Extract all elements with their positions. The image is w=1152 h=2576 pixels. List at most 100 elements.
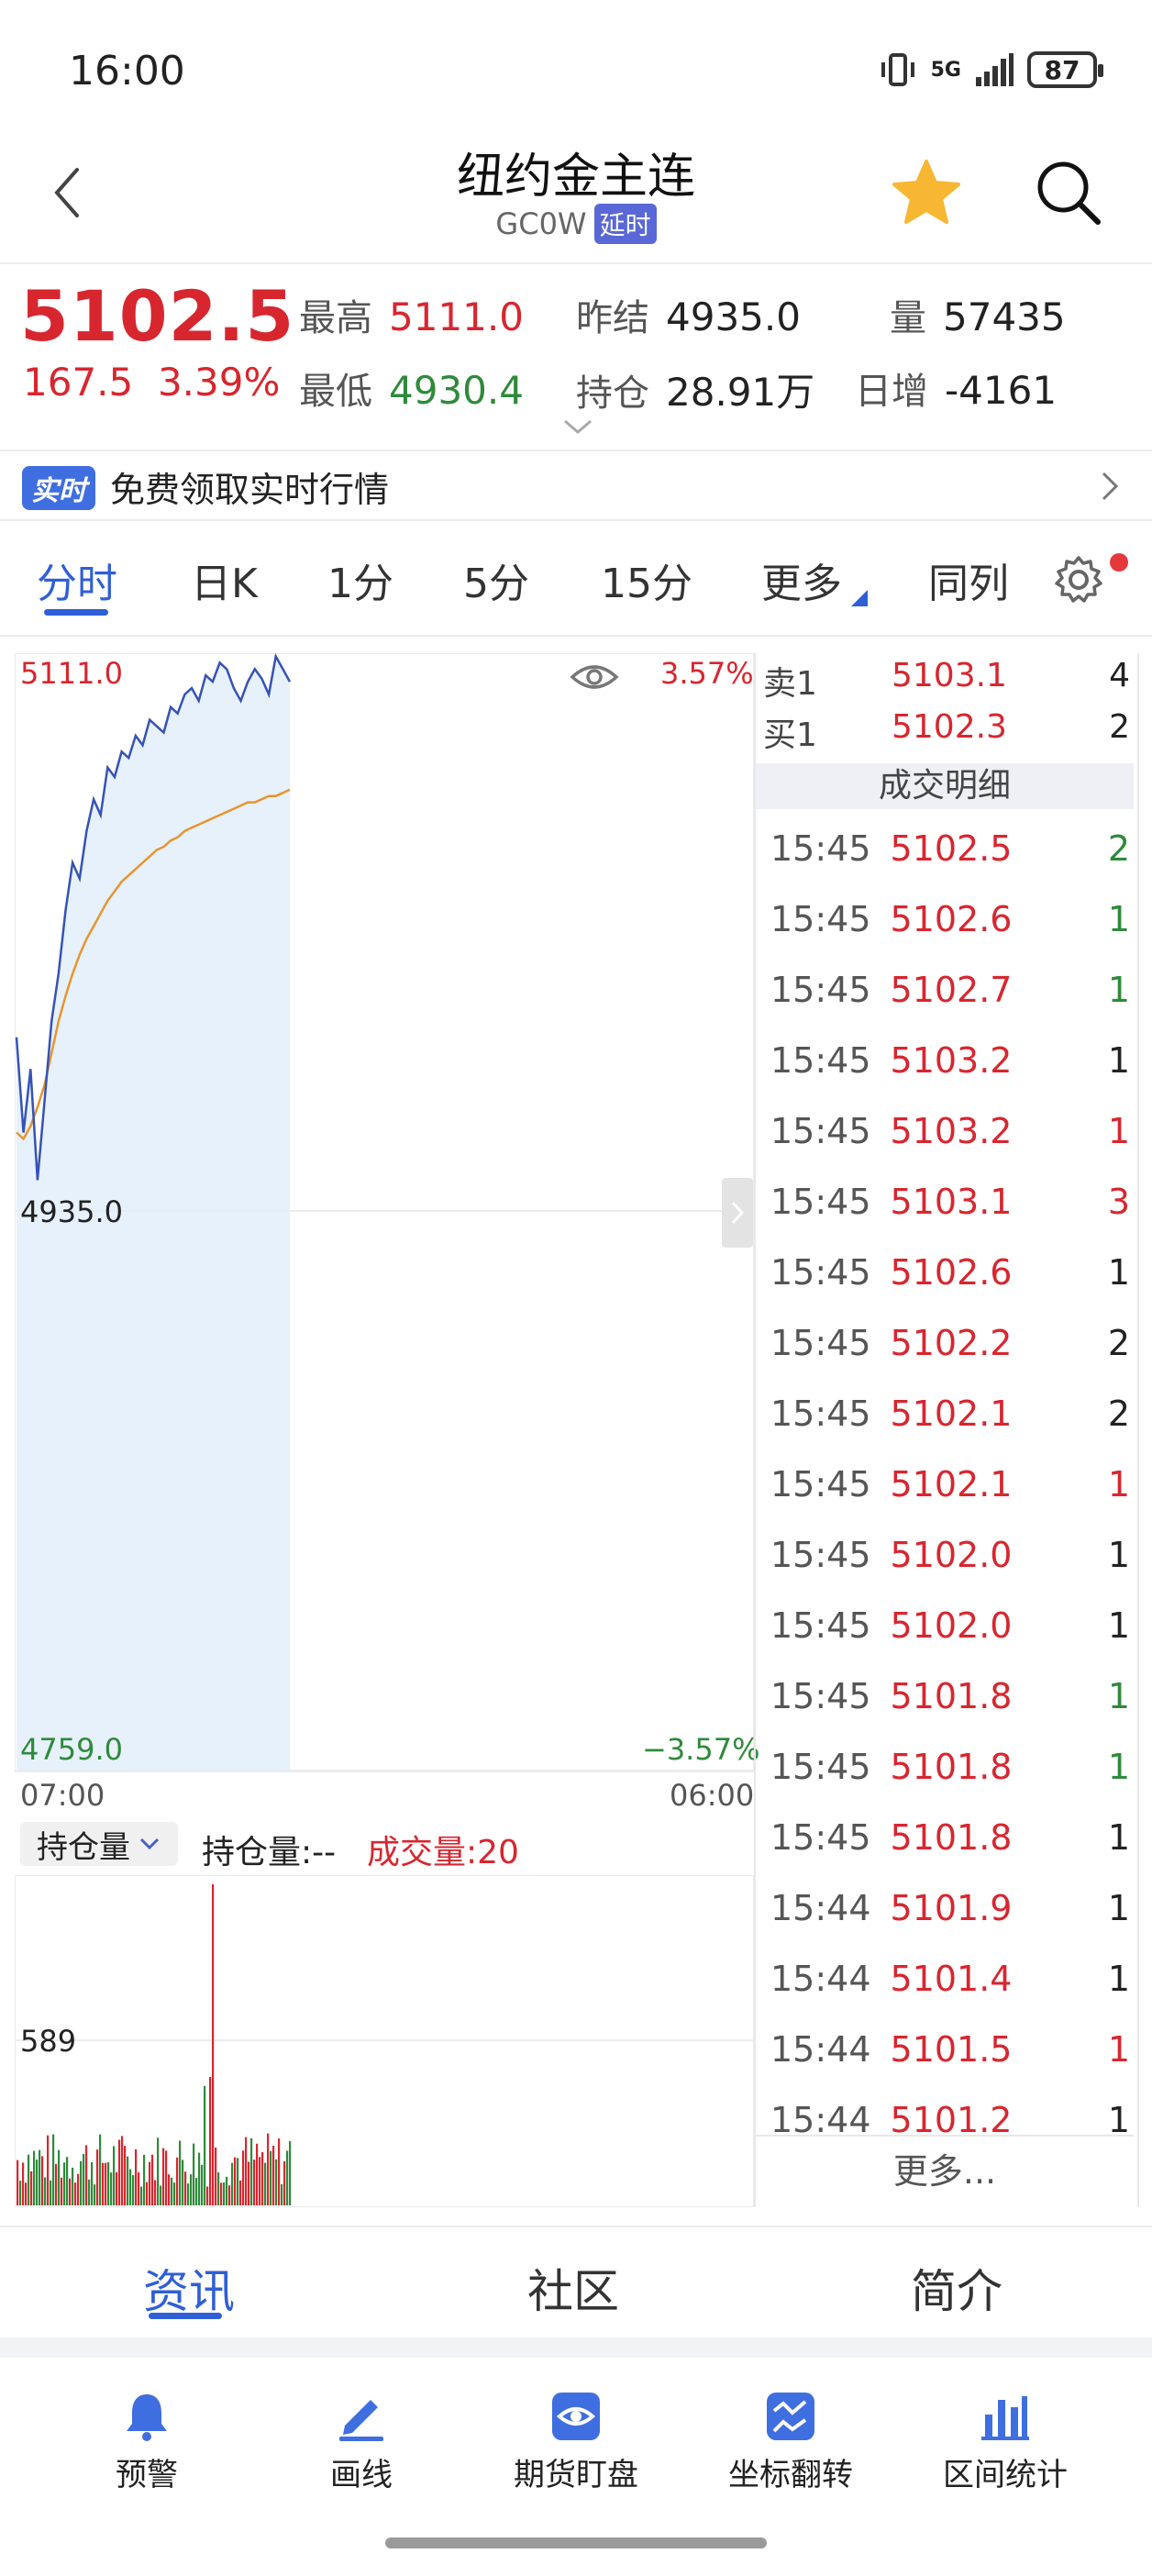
- volume-bar: [44, 2177, 47, 2205]
- volume-bar: [63, 2162, 66, 2205]
- trade-qty: 1: [1107, 1111, 1130, 1151]
- tab-more[interactable]: 更多: [761, 550, 842, 609]
- favorite-star-icon[interactable]: [890, 156, 963, 229]
- volume-bar: [121, 2136, 124, 2205]
- x-axis-end-label: 06:00: [670, 1778, 755, 1813]
- prev-settle-value: 4935.0: [666, 294, 801, 339]
- trade-row: 15:44 5101.2 1: [770, 2093, 1130, 2133]
- panel-collapse-handle[interactable]: [722, 1178, 753, 1248]
- tab-same-column[interactable]: 同列: [928, 550, 1009, 609]
- trade-price: 5102.6: [890, 899, 1013, 939]
- volume-bar: [124, 2146, 127, 2205]
- futures-watch-tool[interactable]: 期货盯盘: [493, 2389, 659, 2494]
- divider: [0, 2226, 1152, 2227]
- volume-bar: [107, 2161, 110, 2205]
- trade-time: 15:45: [770, 1252, 871, 1293]
- gear-icon[interactable]: [1053, 554, 1104, 605]
- volume-bar: [36, 2160, 39, 2205]
- intraday-chart[interactable]: [15, 653, 754, 1772]
- volume-bar: [168, 2174, 171, 2205]
- tab-daily-k[interactable]: 日K: [191, 550, 258, 609]
- volume-bar: [91, 2161, 94, 2205]
- trade-qty: 2: [1107, 1323, 1130, 1363]
- range-stats-tool-label: 区间统计: [943, 2457, 1068, 2493]
- indicator-select[interactable]: 持仓量: [20, 1822, 178, 1866]
- trade-price: 5101.8: [890, 1676, 1013, 1716]
- volume-bar: [151, 2154, 154, 2205]
- divider: [0, 262, 1152, 264]
- trade-price: 5102.0: [890, 1535, 1013, 1575]
- trade-row: 15:45 5103.1 3: [770, 1174, 1130, 1229]
- volume-bar: [245, 2137, 248, 2205]
- daily-increase-value: -4161: [945, 368, 1058, 413]
- trade-row: 15:45 5101.8 1: [770, 1669, 1130, 1724]
- trade-row: 15:45 5102.6 1: [770, 1245, 1130, 1300]
- bar-stats-icon: [981, 2396, 1029, 2440]
- trade-row: 15:44 5101.9 1: [770, 1881, 1130, 1936]
- trade-price: 5101.9: [890, 1888, 1013, 1928]
- volume-bar: [138, 2171, 140, 2205]
- tab-timeshare[interactable]: 分时: [37, 550, 117, 609]
- trade-qty: 2: [1107, 828, 1130, 869]
- trade-time: 15:44: [770, 1888, 871, 1928]
- alert-tool[interactable]: 预警: [64, 2389, 229, 2494]
- more-trades-button[interactable]: 更多...: [756, 2135, 1134, 2206]
- volume-bar: [102, 2162, 105, 2205]
- tab-community[interactable]: 社区: [527, 2255, 619, 2321]
- volume-bar: [135, 2149, 138, 2205]
- flip-axis-tool[interactable]: 坐标翻转: [708, 2389, 873, 2494]
- trade-time: 15:44: [770, 1959, 871, 1999]
- trade-qty: 1: [1107, 1959, 1130, 1999]
- notification-dot: [1110, 553, 1128, 572]
- trade-qty: 1: [1107, 2029, 1130, 2070]
- trade-time: 15:45: [770, 970, 871, 1010]
- tab-5min[interactable]: 5分: [463, 550, 529, 609]
- volume-bar: [165, 2150, 168, 2205]
- trade-qty: 1: [1107, 1817, 1130, 1858]
- eye-icon: [552, 2393, 600, 2440]
- trade-qty: 1: [1107, 1040, 1130, 1081]
- prev-settle-label: 昨结: [576, 297, 649, 339]
- trade-time: 15:45: [770, 828, 871, 869]
- status-icons: 5G 87: [878, 48, 1103, 92]
- volume-bar: [250, 2137, 253, 2205]
- trade-list[interactable]: 15:45 5102.5 2 15:45 5102.6 1 15:45 5102.7 1 15:4…: [756, 812, 1134, 2133]
- search-icon[interactable]: [1032, 156, 1105, 229]
- range-stats-tool[interactable]: 区间统计: [923, 2389, 1088, 2494]
- volume-chart: [15, 1875, 754, 2207]
- expand-chevron-icon[interactable]: [559, 417, 596, 438]
- futures-watch-tool-label: 期货盯盘: [514, 2457, 638, 2493]
- last-price: 5102.5: [20, 275, 295, 357]
- tab-15min[interactable]: 15分: [601, 550, 692, 609]
- eye-icon[interactable]: [569, 659, 620, 695]
- chevron-right-icon[interactable]: [1096, 468, 1124, 505]
- home-indicator[interactable]: [385, 2537, 767, 2548]
- active-tab-indicator: [44, 609, 108, 616]
- volume-bar: [173, 2182, 176, 2205]
- bid-qty: 2: [1109, 708, 1130, 746]
- volume-bar: [289, 2141, 292, 2205]
- volume-bar: [190, 2174, 193, 2205]
- volume-bar: [272, 2145, 275, 2205]
- trade-qty: 1: [1107, 2100, 1130, 2133]
- tab-intro[interactable]: 简介: [911, 2255, 1002, 2321]
- volume-bar: [116, 2171, 118, 2205]
- alert-tool-label: 预警: [116, 2457, 178, 2493]
- draw-line-tool[interactable]: 画线: [279, 2389, 444, 2494]
- volume-bar: [162, 2148, 165, 2205]
- pen-line-icon: [339, 2400, 383, 2441]
- volume-bar: [22, 2162, 25, 2205]
- tab-1min[interactable]: 1分: [327, 550, 393, 609]
- tab-news[interactable]: 资讯: [143, 2255, 235, 2321]
- volume-bar: [253, 2160, 256, 2205]
- trade-qty: 3: [1107, 1182, 1130, 1222]
- contract-code-line: GC0W 延时: [0, 204, 1152, 244]
- trade-price: 5102.0: [890, 1605, 1013, 1646]
- trade-qty: 1: [1107, 1252, 1130, 1293]
- vibrate-icon: [881, 53, 914, 86]
- trade-price: 5102.7: [890, 970, 1013, 1010]
- flip-axis-tool-label: 坐标翻转: [728, 2457, 853, 2493]
- trade-time: 15:45: [770, 1535, 871, 1575]
- divider: [0, 519, 1152, 521]
- y-axis-mid-label: 4935.0: [20, 1194, 123, 1229]
